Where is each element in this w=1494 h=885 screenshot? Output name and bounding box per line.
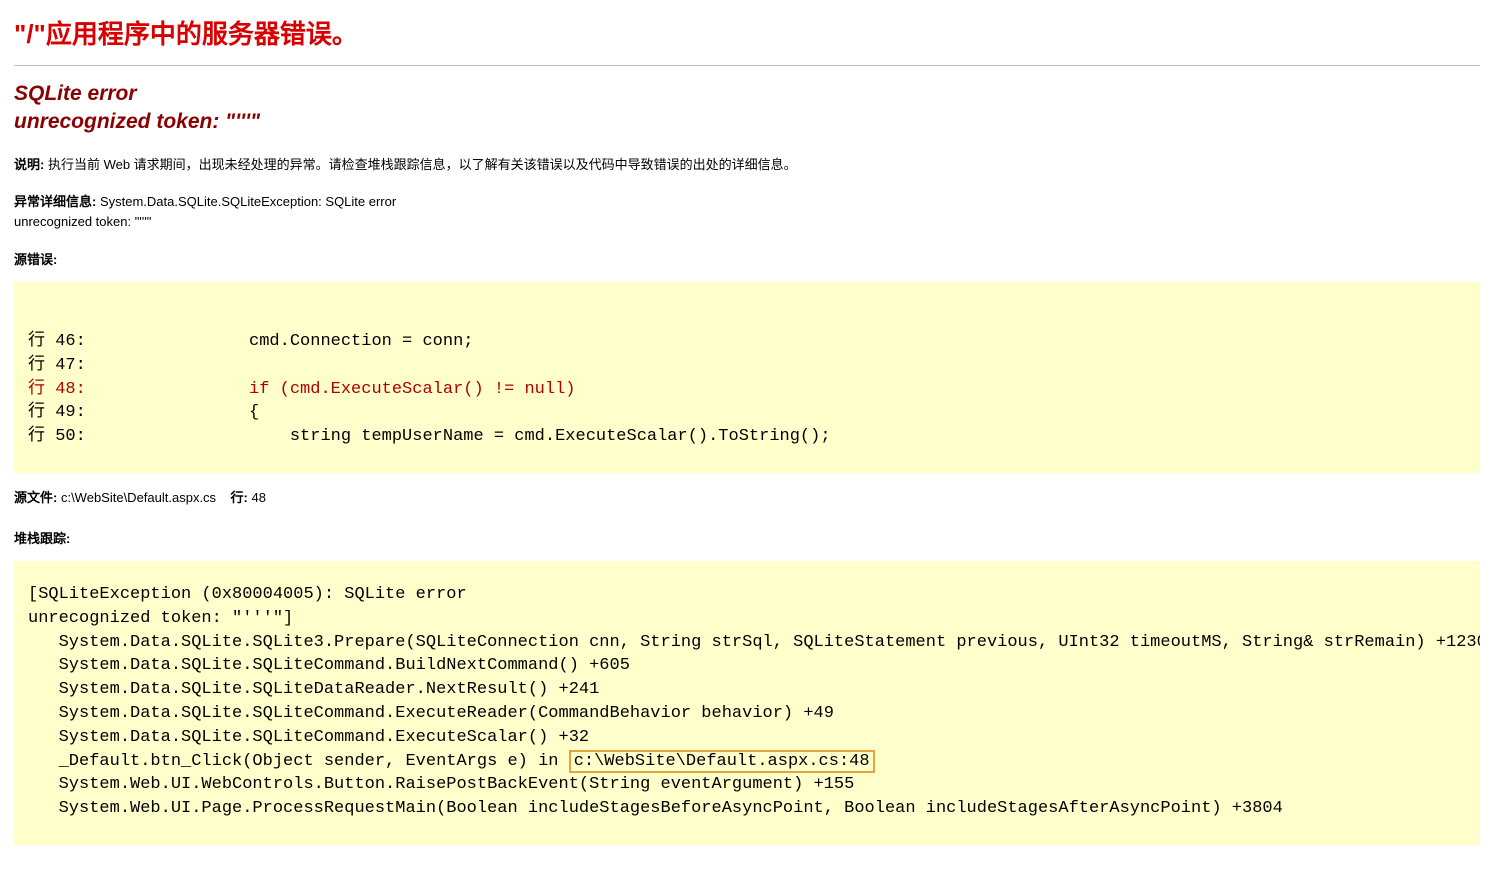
description-line: 说明: 执行当前 Web 请求期间，出现未经处理的异常。请检查堆栈跟踪信息，以了… xyxy=(14,155,1480,175)
error-page: "/"应用程序中的服务器错误。 SQLite error unrecognize… xyxy=(0,0,1494,885)
description-text: 执行当前 Web 请求期间，出现未经处理的异常。请检查堆栈跟踪信息，以了解有关该… xyxy=(44,157,796,172)
stack-highlight: c:\WebSite\Default.aspx.cs:48 xyxy=(569,750,875,773)
source-error-label: 源错误: xyxy=(14,249,1480,268)
exception-details-line: 异常详细信息: System.Data.SQLite.SQLiteExcepti… xyxy=(14,192,1480,231)
description-label: 说明: xyxy=(14,157,44,172)
stack-trace-label: 堆栈跟踪: xyxy=(14,528,1480,547)
source-error-code: 行 46: cmd.Connection = conn; 行 47: 行 48:… xyxy=(14,282,1480,473)
stack-trace: [SQLiteException (0x80004005): SQLite er… xyxy=(14,561,1480,845)
source-line-label: 行: xyxy=(231,490,248,505)
exception-details-label: 异常详细信息: xyxy=(14,194,96,209)
divider xyxy=(14,65,1480,66)
page-title: "/"应用程序中的服务器错误。 xyxy=(14,14,1480,51)
source-line-number: 48 xyxy=(248,490,266,505)
exception-message: SQLite error unrecognized token: "'''" xyxy=(14,80,1480,137)
source-file-label: 源文件: xyxy=(14,490,57,505)
source-file-path: c:\WebSite\Default.aspx.cs xyxy=(57,490,216,505)
source-file-line: 源文件: c:\WebSite\Default.aspx.cs 行: 48 xyxy=(14,487,1480,506)
